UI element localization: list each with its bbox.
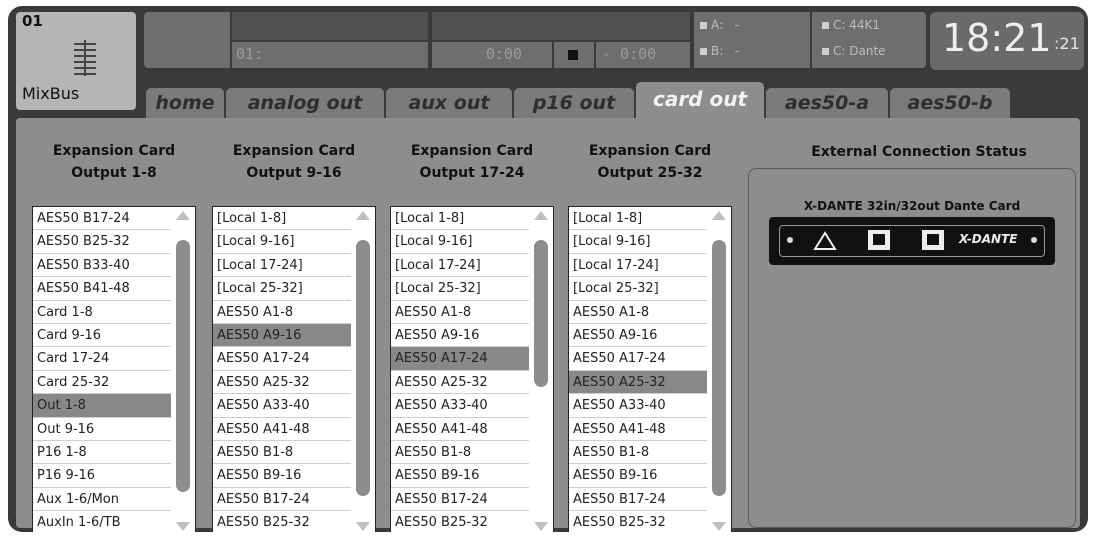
tab-aes50-a[interactable]: aes50-a — [766, 88, 888, 118]
external-status-box: X-DANTE 32in/32out Dante Card X-DANTE — [748, 168, 1076, 528]
tab-analog-out[interactable]: analog out — [226, 88, 384, 118]
channel-number: 01 — [22, 12, 43, 30]
card-out-panel: Expansion Card Output 1-8 AES50 B17-24 AES5… — [16, 118, 1080, 532]
scroll-down-icon[interactable] — [176, 522, 190, 531]
dante-card-image: X-DANTE — [769, 217, 1055, 265]
scroll-thumb[interactable] — [712, 239, 726, 496]
column-header: Expansion Card Output 17-24 — [384, 140, 560, 184]
output-source-list[interactable]: AES50 B17-24 AES50 B25-32 AES50 B33-40 AES5… — [32, 206, 196, 532]
elapsed-time: 0:00 — [485, 45, 522, 63]
header-blank-block — [144, 12, 230, 68]
scene-number-field[interactable]: 01: — [232, 42, 428, 68]
channel-selector[interactable]: 01 MixBus — [16, 12, 136, 110]
status-a-indicator-icon — [700, 22, 707, 29]
status-c-card-indicator-icon — [822, 48, 829, 55]
scrollbar[interactable] — [171, 207, 195, 532]
status-c-rate-value: 44K1 — [849, 18, 881, 32]
status-a-label: A: — [711, 18, 724, 32]
status-b-value: - — [734, 44, 740, 58]
remaining-time: - 0:00 — [602, 45, 657, 63]
clock-seconds: :21 — [1054, 34, 1080, 53]
column-title-line1: Expansion Card — [588, 143, 712, 159]
screw-icon — [1031, 237, 1037, 243]
ethernet-port-secondary-icon — [922, 230, 944, 250]
output-source-list[interactable]: [Local 1-8] [Local 9-16] [Local 17-24] [Loc… — [212, 206, 376, 532]
status-c-card-label: C: — [833, 44, 846, 58]
brand-logo-icon — [813, 231, 837, 250]
scroll-thumb[interactable] — [176, 239, 190, 493]
clock: 18:21 :21 — [930, 12, 1084, 70]
channel-name: MixBus — [22, 84, 80, 103]
external-status-title: External Connection Status — [811, 144, 1027, 160]
status-c: C: 44K1 C: Dante — [812, 12, 926, 68]
mixer-screen: 01 MixBus 01: 0:00 - 0:00 A: - B: - C: 4… — [8, 6, 1088, 532]
column-title-line2: Output 25-32 — [597, 165, 703, 181]
status-c-rate-label: C: — [833, 18, 846, 32]
tab-home[interactable]: home — [146, 88, 224, 118]
column-title-line1: Expansion Card — [52, 143, 176, 159]
status-c-card-value: Dante — [849, 44, 886, 58]
scroll-up-icon[interactable] — [176, 211, 190, 220]
scroll-down-icon[interactable] — [356, 522, 370, 531]
scene-name-field — [232, 12, 428, 40]
scroll-up-icon[interactable] — [534, 211, 548, 220]
output-source-list[interactable]: [Local 1-8] [Local 9-16] [Local 17-24] [Loc… — [568, 206, 732, 532]
card-name: X-DANTE 32in/32out Dante Card — [803, 199, 1021, 213]
status-b-indicator-icon — [700, 48, 707, 55]
status-a-value: - — [734, 18, 739, 32]
scrollbar[interactable] — [707, 207, 731, 532]
ethernet-port-primary-icon — [868, 230, 890, 250]
scroll-thumb[interactable] — [534, 239, 548, 388]
status-c-card: C: Dante — [822, 44, 886, 58]
remaining-time-field: - 0:00 — [596, 42, 690, 68]
stop-button[interactable] — [554, 42, 594, 68]
scroll-thumb[interactable] — [356, 239, 370, 496]
scroll-up-icon[interactable] — [712, 211, 726, 220]
scrollbar[interactable] — [351, 207, 375, 532]
tab-aux-out[interactable]: aux out — [386, 88, 512, 118]
status-ab: A: - B: - — [694, 12, 810, 68]
column-header: Expansion Card Output 1-8 — [26, 140, 202, 184]
output-source-list[interactable]: [Local 1-8] [Local 9-16] [Local 17-24] [Loc… — [390, 206, 554, 532]
status-b-label: B: — [711, 44, 724, 58]
clock-time: 18:21 — [942, 16, 1052, 60]
status-c-rate: C: 44K1 — [822, 18, 880, 32]
column-title-line2: Output 1-8 — [71, 165, 157, 181]
tab-card-out[interactable]: card out — [636, 82, 764, 118]
scroll-up-icon[interactable] — [356, 211, 370, 220]
screw-icon — [787, 237, 793, 243]
scene-label: 01: — [236, 45, 264, 63]
column-title-line1: Expansion Card — [410, 143, 534, 159]
fader-icon — [74, 40, 96, 76]
tab-aes50-b[interactable]: aes50-b — [890, 88, 1010, 118]
column-header: Expansion Card Output 9-16 — [206, 140, 382, 184]
track-name-field — [432, 12, 690, 40]
stop-icon — [568, 50, 578, 60]
scroll-down-icon[interactable] — [712, 522, 726, 531]
card-logo: X-DANTE — [959, 232, 1018, 246]
status-a: A: - — [700, 18, 739, 32]
tab-p16-out[interactable]: p16 out — [514, 88, 634, 118]
elapsed-time-field: 0:00 — [432, 42, 552, 68]
scroll-down-icon[interactable] — [534, 522, 548, 531]
column-header: Expansion Card Output 25-32 — [562, 140, 738, 184]
status-b: B: - — [700, 44, 739, 58]
scrollbar[interactable] — [529, 207, 553, 532]
status-c-rate-indicator-icon — [822, 22, 829, 29]
column-title-line2: Output 17-24 — [419, 165, 525, 181]
column-title-line1: Expansion Card — [232, 143, 356, 159]
column-title-line2: Output 9-16 — [246, 165, 342, 181]
